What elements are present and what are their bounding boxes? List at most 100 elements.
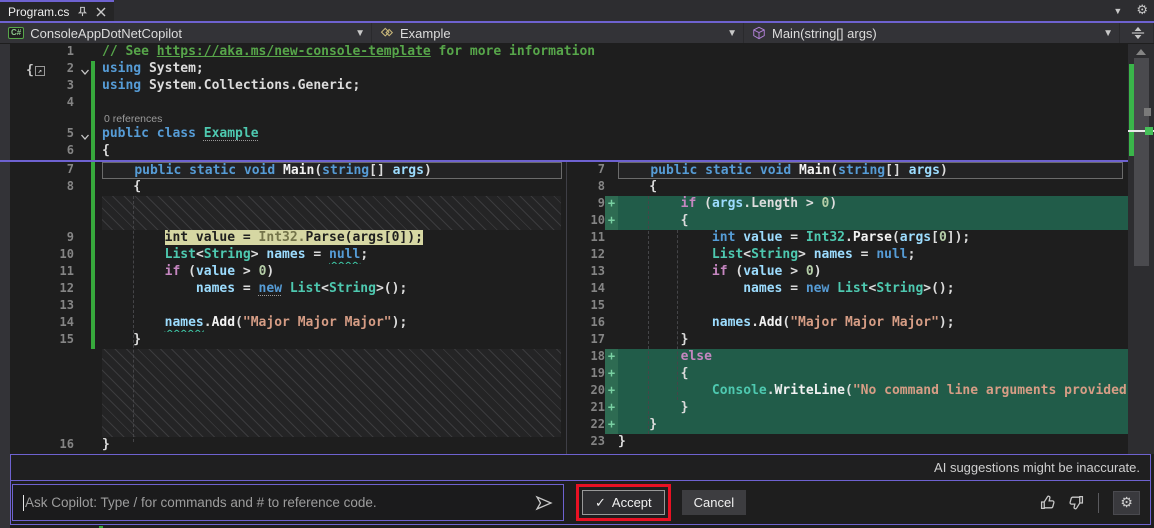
indent-guide	[648, 196, 649, 434]
line-number: 13	[590, 264, 605, 278]
code-line[interactable]: {	[618, 366, 1128, 383]
diff-added-marker: +	[605, 196, 618, 213]
collapsed-diff-hatch	[0, 196, 567, 230]
code-line[interactable]: using System;	[102, 61, 1128, 78]
scrollbar-thumb[interactable]	[1134, 58, 1149, 266]
code-line[interactable]: List<String> names = null;	[618, 247, 1128, 264]
code-line[interactable]: public static void Main(string[] args)	[618, 162, 1123, 179]
diff-added-marker: +	[605, 383, 618, 400]
code-line[interactable]: }	[618, 332, 1128, 349]
tab-bar: Program.cs ▼ ⚙	[0, 0, 1154, 21]
navigation-bar: C# ConsoleAppDotNetCopilot ▼ Example ▼ M…	[0, 23, 1154, 44]
code-line[interactable]: public static void Main(string[] args)	[102, 162, 562, 179]
code-line[interactable]: }	[618, 417, 1128, 434]
code-line[interactable]: {	[102, 143, 1128, 160]
code-line[interactable]: List<String> names = null;	[102, 247, 567, 264]
code-line[interactable]	[102, 298, 567, 315]
accept-label: Accept	[611, 495, 652, 510]
pin-icon[interactable]	[76, 6, 88, 18]
copilot-prompt-input[interactable]: Ask Copilot: Type / for commands and # t…	[12, 484, 564, 521]
diff-marker-empty	[605, 247, 618, 264]
line-number: 9	[597, 196, 605, 210]
code-line[interactable]: int value = Int32.Parse(args[0]);	[618, 230, 1128, 247]
split-editor-button[interactable]	[1120, 23, 1154, 43]
code-line[interactable]: names.Add("Major Major Major");	[102, 315, 567, 332]
vertical-scrollbar[interactable]	[1128, 44, 1154, 454]
code-line[interactable]: using System.Collections.Generic;	[102, 78, 1128, 95]
collapsed-diff-hatch	[0, 349, 567, 437]
thumbs-down-icon[interactable]	[1067, 494, 1084, 511]
diff-marker-empty	[605, 179, 618, 196]
line-number: 12	[590, 247, 605, 261]
code-line[interactable]: if (value > 0)	[618, 264, 1128, 281]
code-line[interactable]: names.Add("Major Major Major");	[618, 315, 1128, 332]
line-number: 10	[59, 247, 74, 261]
line-number: 15	[590, 298, 605, 312]
indent-guide	[133, 196, 134, 442]
code-line[interactable]: else	[618, 349, 1128, 366]
line-number: 14	[590, 281, 605, 295]
code-line[interactable]: }	[102, 332, 567, 349]
line-number: 19	[590, 366, 605, 380]
code-line[interactable]: }	[618, 434, 1128, 451]
divider	[1098, 492, 1099, 513]
code-line[interactable]: {	[102, 179, 567, 196]
changed-line-highlight: int value = Int32.Parse(args[0]);	[164, 230, 423, 245]
line-number: 16	[590, 315, 605, 329]
code-line[interactable]: Console.WriteLine("No command line argum…	[618, 383, 1128, 400]
line-number: 1	[66, 44, 74, 58]
code-line[interactable]	[102, 95, 1128, 112]
code-line[interactable]: }	[102, 437, 567, 454]
split-editor-icon	[1131, 26, 1144, 40]
diff-marker-empty	[605, 281, 618, 298]
code-line[interactable]: if (value > 0)	[102, 264, 567, 281]
code-structure-margin-icon[interactable]: {↗	[26, 63, 45, 78]
method-dropdown[interactable]: Main(string[] args) ▼	[744, 23, 1120, 43]
fold-margin	[74, 126, 102, 143]
code-line[interactable]: public class Example	[102, 126, 1128, 143]
fold-margin	[74, 230, 102, 247]
code-line[interactable]: // See https://aka.ms/new-console-templa…	[102, 44, 1128, 61]
diff-added-marker: +	[605, 400, 618, 417]
diff-marker-empty	[605, 230, 618, 247]
fold-margin	[74, 162, 102, 179]
diff-added-marker: +	[605, 213, 618, 230]
cancel-label: Cancel	[693, 495, 735, 510]
copilot-settings-button[interactable]: ⚙	[1113, 490, 1140, 515]
line-number: 16	[59, 437, 74, 451]
diff-pane-original: 7 public static void Main(string[] args)…	[0, 162, 567, 454]
text-caret	[23, 494, 24, 511]
accept-button[interactable]: ✓ Accept	[582, 490, 665, 515]
close-icon[interactable]	[95, 6, 107, 18]
send-icon[interactable]	[535, 495, 553, 511]
diff-marker-empty	[605, 264, 618, 281]
check-icon: ✓	[595, 494, 606, 510]
code-line[interactable]: }	[618, 400, 1128, 417]
code-line[interactable]: {	[618, 179, 1128, 196]
cancel-button[interactable]: Cancel	[681, 490, 747, 515]
scrollbar-change-annotation	[1129, 64, 1134, 156]
line-number: 10	[590, 213, 605, 227]
line-number: 8	[597, 179, 605, 193]
tab-program-cs[interactable]: Program.cs	[0, 0, 114, 21]
gear-icon[interactable]: ⚙	[1136, 3, 1148, 18]
thumbs-up-icon[interactable]	[1040, 494, 1057, 511]
fold-margin	[74, 332, 102, 349]
project-dropdown[interactable]: C# ConsoleAppDotNetCopilot ▼	[0, 23, 372, 43]
line-number: 11	[590, 230, 605, 244]
fold-margin	[74, 179, 102, 196]
diff-added-marker: +	[605, 366, 618, 383]
code-line[interactable]	[618, 298, 1128, 315]
code-line[interactable]: {	[618, 213, 1128, 230]
fold-margin	[74, 95, 102, 112]
scrollbar-up-arrow-icon[interactable]	[1136, 49, 1146, 55]
chevron-down-icon[interactable]: ▼	[1113, 6, 1122, 16]
line-number: 17	[590, 332, 605, 346]
code-line[interactable]: if (args.Length > 0)	[618, 196, 1128, 213]
diff-added-marker: +	[605, 417, 618, 434]
code-line[interactable]: names = new List<String>();	[618, 281, 1128, 298]
code-line[interactable]: names = new List<String>();	[102, 281, 567, 298]
codelens-references[interactable]: 0 references	[104, 112, 162, 126]
code-line[interactable]: int value = Int32.Parse(args[0]);	[102, 230, 567, 247]
class-dropdown[interactable]: Example ▼	[372, 23, 744, 43]
